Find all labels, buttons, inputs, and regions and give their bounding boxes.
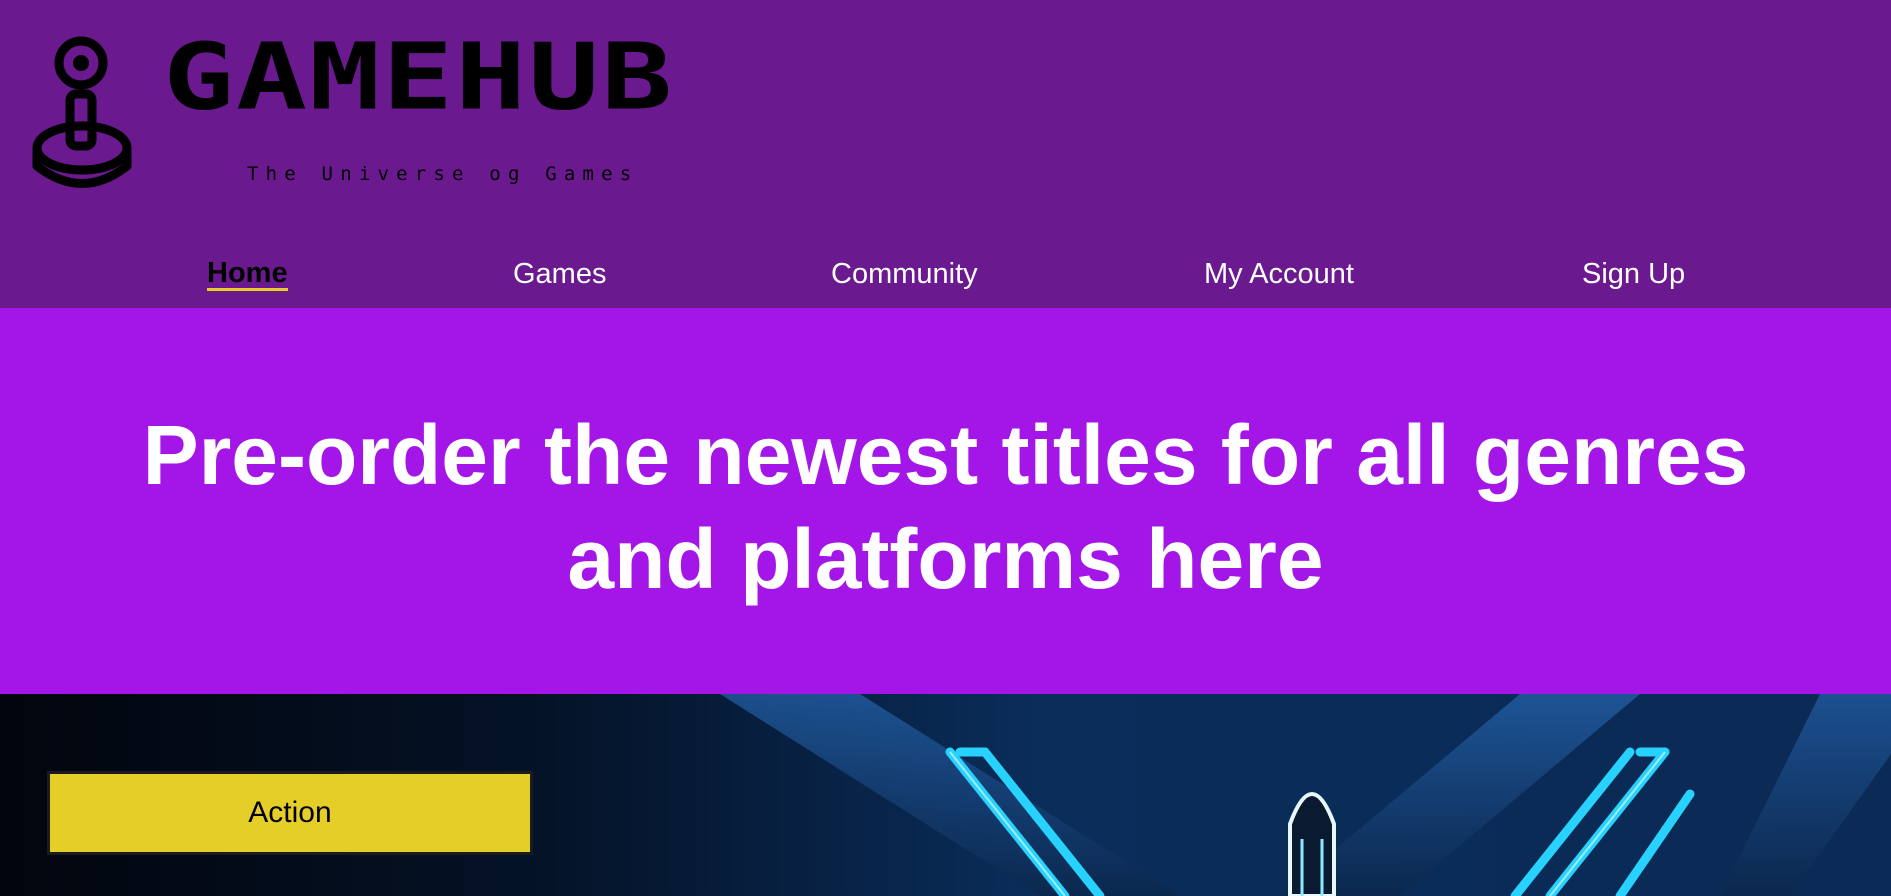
nav-community[interactable]: Community — [831, 258, 978, 291]
joystick-icon[interactable] — [32, 36, 138, 193]
nav-home[interactable]: Home — [207, 258, 288, 291]
brand-name[interactable]: GAMEHUB — [163, 18, 674, 135]
nav-games[interactable]: Games — [513, 258, 606, 291]
action-genre-button[interactable]: Action — [47, 771, 533, 855]
genre-banner: Action — [0, 694, 1891, 896]
hero-heading-line-2: and platforms here — [567, 512, 1324, 606]
hero-heading-line-1: Pre-order the newest titles for all genr… — [142, 408, 1749, 502]
brand-tagline: The Universe og Games — [247, 163, 639, 185]
hero-section: Pre-order the newest titles for all genr… — [0, 308, 1891, 694]
nav-my-account[interactable]: My Account — [1204, 258, 1354, 291]
nav-sign-up[interactable]: Sign Up — [1582, 258, 1685, 291]
site-header: GAMEHUB The Universe og Games Home Games… — [0, 0, 1891, 308]
hero-heading: Pre-order the newest titles for all genr… — [0, 403, 1891, 611]
